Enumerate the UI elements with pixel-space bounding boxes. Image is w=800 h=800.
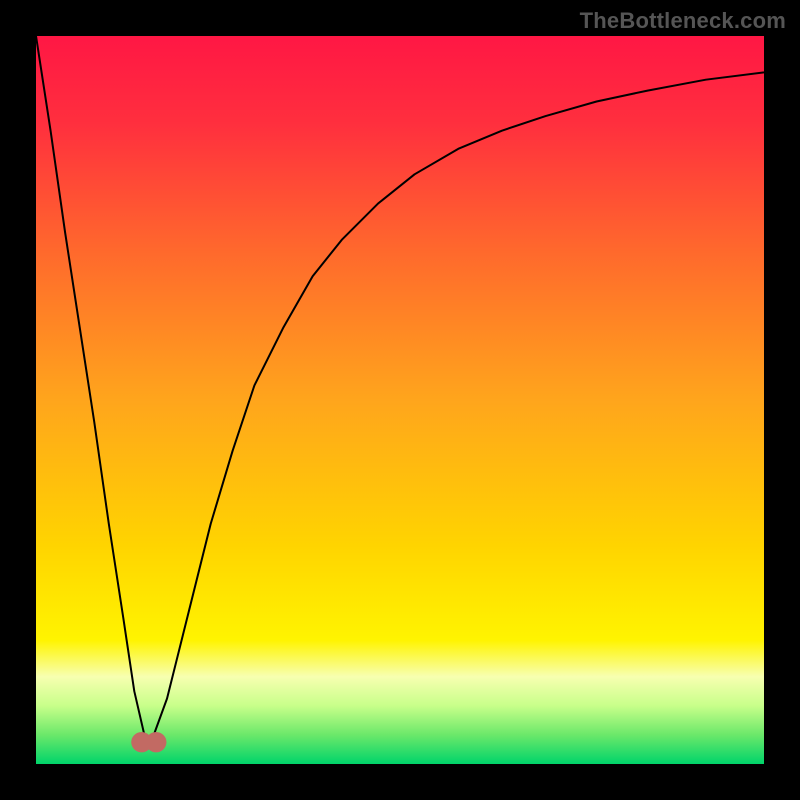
trough-marker	[131, 732, 166, 752]
chart-svg	[36, 36, 764, 764]
marker-layer	[131, 732, 166, 752]
plot-area	[36, 36, 764, 764]
attribution-watermark: TheBottleneck.com	[580, 8, 786, 34]
gradient-background	[36, 36, 764, 764]
chart-frame: TheBottleneck.com	[0, 0, 800, 800]
